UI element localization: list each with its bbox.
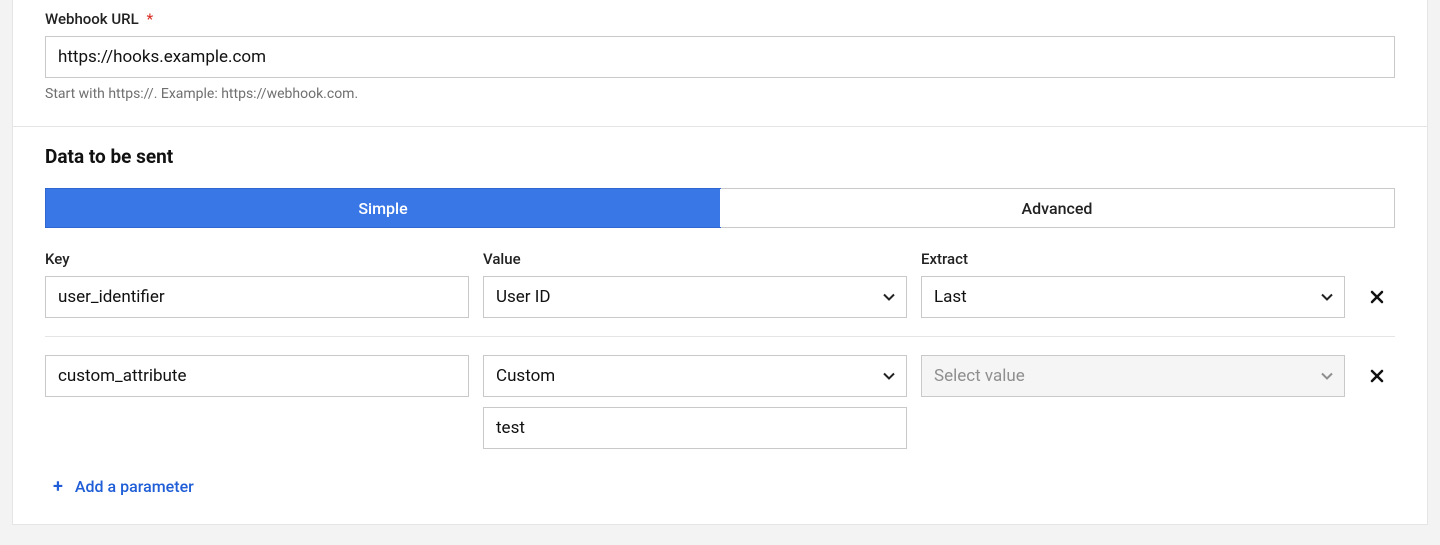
webhook-config-panel: Webhook URL * Start with https://. Examp… [12,0,1428,525]
param-key-input[interactable] [45,276,469,318]
param-extract-select-wrap: Last [921,276,1345,318]
data-section-heading: Data to be sent [45,145,1395,168]
param-value-selected: User ID [496,287,551,307]
webhook-url-help-text: Start with https://. Example: https://we… [45,86,1395,102]
tab-advanced-label: Advanced [1022,199,1093,218]
mode-tabbar: Simple Advanced [45,188,1395,228]
param-extract-select: Select value [921,355,1345,397]
col-header-value: Value [483,250,907,268]
col-header-key: Key [45,250,469,268]
param-extract-selected: Last [934,287,967,307]
data-to-be-sent-section: Data to be sent Simple Advanced Key Valu… [13,127,1427,524]
param-extract-select-wrap: Select value [921,355,1345,397]
remove-param-button[interactable] [1359,276,1395,318]
param-extract-select[interactable]: Last [921,276,1345,318]
webhook-url-label-text: Webhook URL [45,10,139,28]
remove-param-button[interactable] [1359,355,1395,397]
param-value-select[interactable]: User ID [483,276,907,318]
param-column-headers: Key Value Extract [45,250,1395,276]
required-asterisk: * [146,10,153,28]
param-value-select[interactable]: Custom [483,355,907,397]
param-value-col: Custom [483,355,907,449]
webhook-url-section: Webhook URL * Start with https://. Examp… [13,0,1427,126]
plus-icon: + [53,478,63,496]
close-icon [1370,290,1384,304]
param-value-selected: Custom [496,366,555,386]
webhook-url-input[interactable] [45,36,1395,78]
webhook-url-label: Webhook URL * [45,10,1395,28]
param-value-select-wrap: User ID [483,276,907,318]
add-parameter-button[interactable]: + Add a parameter [53,477,194,496]
param-key-input[interactable] [45,355,469,397]
add-parameter-label: Add a parameter [75,477,194,496]
tab-simple[interactable]: Simple [45,188,721,228]
param-row: User ID Last [45,276,1395,318]
param-extract-selected: Select value [934,366,1025,386]
param-custom-value-input[interactable] [483,407,907,449]
col-header-extract: Extract [921,250,1345,268]
tab-simple-label: Simple [358,199,407,218]
close-icon [1370,369,1384,383]
tab-advanced[interactable]: Advanced [720,189,1394,227]
param-row: Custom Select value [45,355,1395,449]
param-row-divider [45,336,1395,337]
param-value-select-wrap: Custom [483,355,907,397]
